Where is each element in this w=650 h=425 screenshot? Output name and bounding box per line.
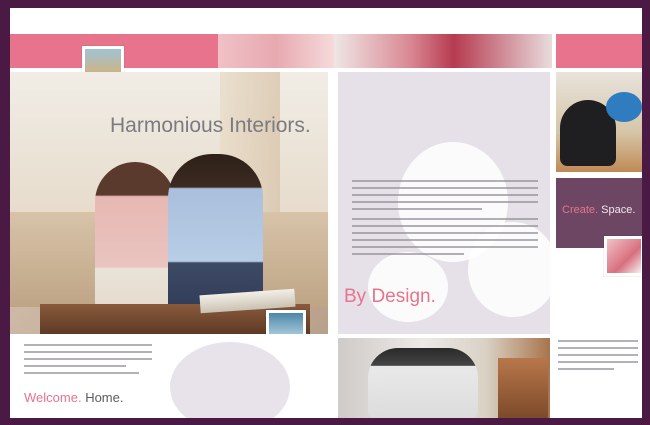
panel-flower-bg <box>170 342 290 418</box>
top-band-photo-strip <box>218 34 334 68</box>
top-band-photo-room <box>334 34 552 68</box>
chair-photo <box>338 338 550 418</box>
hero-woman <box>95 162 175 312</box>
create-word: Create. <box>562 204 599 216</box>
brochure-spread: Harmonious Interiors. Welcome. Home. By … <box>10 8 642 418</box>
center-panel: By Design. <box>338 72 558 334</box>
blue-table <box>606 92 642 122</box>
headline-text: Harmonious Interiors. <box>110 114 311 137</box>
welcome-body-text <box>24 344 152 379</box>
side-table <box>498 358 548 418</box>
welcome-panel: Welcome. Home. <box>10 334 328 418</box>
home-word: Home. <box>85 390 124 405</box>
welcome-word: Welcome. <box>24 390 82 405</box>
chair-shape <box>368 348 478 418</box>
thumbnail-pink-room <box>604 236 642 276</box>
office-chair-photo <box>556 72 642 172</box>
welcome-line: Welcome. Home. <box>24 390 123 405</box>
by-design-text: By Design. <box>344 286 436 307</box>
create-space-line: Create. Space. <box>562 204 635 216</box>
space-word: Space. <box>601 204 636 216</box>
hero-photo-couple: Harmonious Interiors. <box>10 72 328 334</box>
top-band-right <box>556 34 642 68</box>
center-body-text <box>352 180 538 260</box>
right-body-text <box>558 340 638 375</box>
